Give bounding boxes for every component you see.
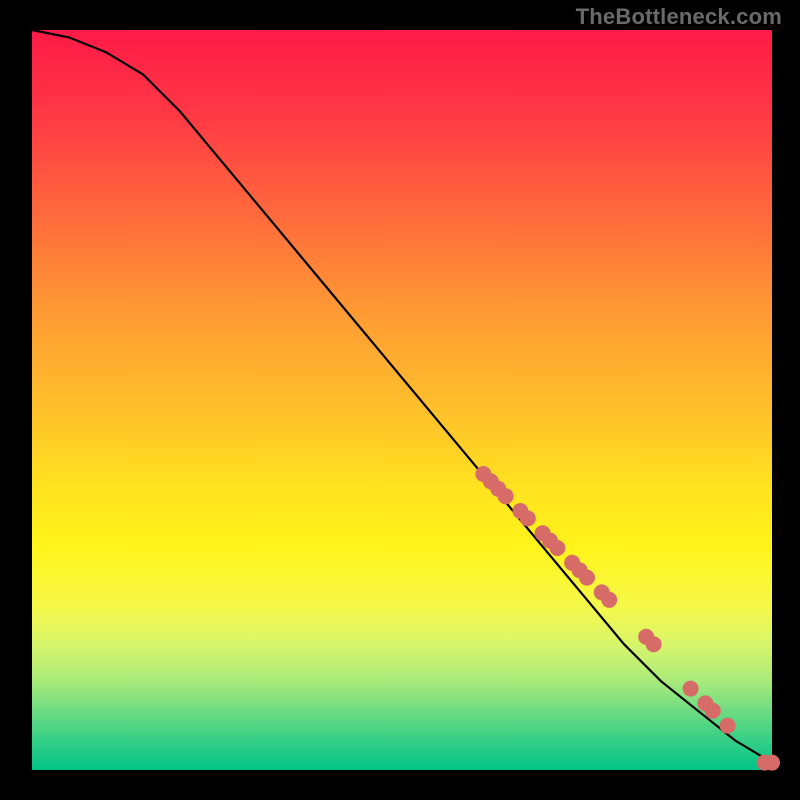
data-point (601, 592, 617, 608)
bottleneck-curve (32, 30, 772, 763)
data-point (498, 488, 514, 504)
data-point (683, 681, 699, 697)
watermark-text: TheBottleneck.com (576, 4, 782, 30)
data-point (705, 703, 721, 719)
chart-stage: TheBottleneck.com (0, 0, 800, 800)
chart-overlay (32, 30, 772, 770)
data-point (579, 570, 595, 586)
data-point (520, 510, 536, 526)
data-point (764, 755, 780, 771)
data-point (646, 636, 662, 652)
data-point (549, 540, 565, 556)
data-point (720, 718, 736, 734)
data-point-cluster (475, 466, 780, 771)
